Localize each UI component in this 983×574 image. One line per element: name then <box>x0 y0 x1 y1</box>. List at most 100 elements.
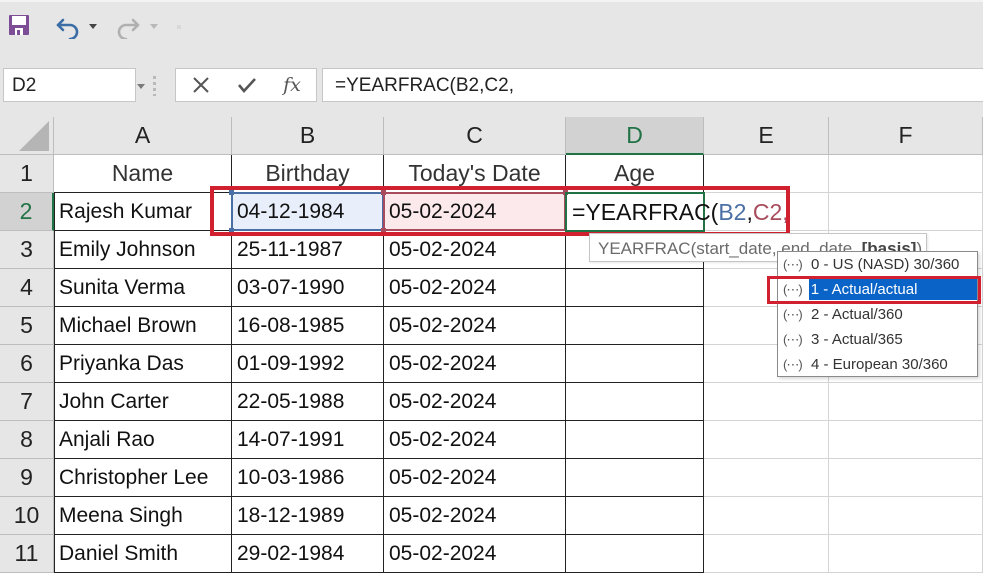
select-all-button[interactable] <box>0 117 54 155</box>
formula-part-sep2: , <box>782 199 789 225</box>
row-header-10[interactable]: 10 <box>0 497 54 535</box>
cell-d7[interactable] <box>566 383 704 421</box>
cell-e1[interactable] <box>704 155 829 193</box>
cell-c10[interactable]: 05-02-2024 <box>384 497 566 535</box>
row-header-1[interactable]: 1 <box>0 155 54 193</box>
name-box-dropdown-icon[interactable] <box>137 84 145 89</box>
cell-d8[interactable] <box>566 421 704 459</box>
row-header-9[interactable]: 9 <box>0 459 54 497</box>
reference-resize-handle[interactable] <box>381 228 386 233</box>
cell-e7[interactable] <box>704 383 829 421</box>
column-header-b[interactable]: B <box>232 117 384 155</box>
column-header-c[interactable]: C <box>384 117 566 155</box>
row-header-7[interactable]: 7 <box>0 383 54 421</box>
cell-d9[interactable] <box>566 459 704 497</box>
formula-input[interactable]: =YEARFRAC(B2,C2, <box>322 68 983 102</box>
undo-icon[interactable] <box>55 15 81 39</box>
row-header-11[interactable]: 11 <box>0 535 54 573</box>
cell-a2[interactable]: Rajesh Kumar <box>54 193 232 231</box>
column-header-e[interactable]: E <box>704 117 829 155</box>
basis-option-3[interactable]: (⋯) 3 - Actual/365 <box>778 327 977 352</box>
cell-d6[interactable] <box>566 345 704 383</box>
reference-resize-handle[interactable] <box>229 228 234 233</box>
cell-a9[interactable]: Christopher Lee <box>54 459 232 497</box>
cell-c6[interactable]: 05-02-2024 <box>384 345 566 383</box>
cell-b11[interactable]: 29-02-1984 <box>232 535 384 573</box>
cell-d4[interactable] <box>566 269 704 307</box>
cell-d10[interactable] <box>566 497 704 535</box>
redo-dropdown-icon[interactable] <box>150 24 158 29</box>
basis-option-0[interactable]: (⋯) 0 - US (NASD) 30/360 <box>778 252 977 277</box>
cancel-button[interactable] <box>186 71 216 99</box>
cell-c8[interactable]: 05-02-2024 <box>384 421 566 459</box>
cell-c11[interactable]: 05-02-2024 <box>384 535 566 573</box>
cell-c7[interactable]: 05-02-2024 <box>384 383 566 421</box>
cell-c2[interactable]: 05-02-2024 <box>384 193 566 231</box>
cell-c4[interactable]: 05-02-2024 <box>384 269 566 307</box>
cell-b9[interactable]: 10-03-1986 <box>232 459 384 497</box>
save-icon[interactable] <box>9 15 29 35</box>
cell-c1[interactable]: Today's Date <box>384 155 566 193</box>
cell-b3[interactable]: 25-11-1987 <box>232 231 384 269</box>
row-header-3[interactable]: 3 <box>0 231 54 269</box>
cell-e9[interactable] <box>704 459 829 497</box>
cell-b8[interactable]: 14-07-1991 <box>232 421 384 459</box>
cell-d1[interactable]: Age <box>566 155 704 193</box>
cell-d5[interactable] <box>566 307 704 345</box>
cell-b7[interactable]: 22-05-1988 <box>232 383 384 421</box>
cell-a1[interactable]: Name <box>54 155 232 193</box>
name-box[interactable]: D2 <box>3 68 136 102</box>
cell-a11[interactable]: Daniel Smith <box>54 535 232 573</box>
column-header-a[interactable]: A <box>54 117 232 155</box>
cell-a8[interactable]: Anjali Rao <box>54 421 232 459</box>
column-header-d[interactable]: D <box>566 117 704 155</box>
cell-e10[interactable] <box>704 497 829 535</box>
cell-c9[interactable]: 05-02-2024 <box>384 459 566 497</box>
reference-resize-handle[interactable] <box>563 190 568 195</box>
reference-resize-handle[interactable] <box>229 190 234 195</box>
cell-a7[interactable]: John Carter <box>54 383 232 421</box>
cell-a6[interactable]: Priyanka Das <box>54 345 232 383</box>
row-header-6[interactable]: 6 <box>0 345 54 383</box>
basis-option-label: 0 - US (NASD) 30/360 <box>811 256 960 273</box>
cell-f2[interactable] <box>829 193 983 231</box>
cell-b10[interactable]: 18-12-1989 <box>232 497 384 535</box>
row-header-8[interactable]: 8 <box>0 421 54 459</box>
undo-dropdown-icon[interactable] <box>89 24 97 29</box>
cell-a3[interactable]: Emily Johnson <box>54 231 232 269</box>
customize-toolbar-icon[interactable] <box>177 25 181 29</box>
cell-f7[interactable] <box>829 383 983 421</box>
enum-value-icon: (⋯) <box>783 256 803 272</box>
cell-c3[interactable]: 05-02-2024 <box>384 231 566 269</box>
cell-a10[interactable]: Meena Singh <box>54 497 232 535</box>
row-header-4[interactable]: 4 <box>0 269 54 307</box>
basis-option-4[interactable]: (⋯) 4 - European 30/360 <box>778 352 977 377</box>
reference-resize-handle[interactable] <box>381 190 386 195</box>
cell-f10[interactable] <box>829 497 983 535</box>
basis-option-2[interactable]: (⋯) 2 - Actual/360 <box>778 302 977 327</box>
cell-f1[interactable] <box>829 155 983 193</box>
cell-b5[interactable]: 16-08-1985 <box>232 307 384 345</box>
redo-icon[interactable] <box>115 15 141 39</box>
row-header-2[interactable]: 2 <box>0 193 54 231</box>
cell-e8[interactable] <box>704 421 829 459</box>
cell-f8[interactable] <box>829 421 983 459</box>
cell-d11[interactable] <box>566 535 704 573</box>
cell-b1[interactable]: Birthday <box>232 155 384 193</box>
column-header-f[interactable]: F <box>829 117 983 155</box>
formula-bar-grip[interactable] <box>153 76 156 96</box>
insert-function-button[interactable]: fx <box>277 71 307 99</box>
cell-f9[interactable] <box>829 459 983 497</box>
cell-a5[interactable]: Michael Brown <box>54 307 232 345</box>
cell-f11[interactable] <box>829 535 983 573</box>
enter-button[interactable] <box>232 71 262 99</box>
cell-a4[interactable]: Sunita Verma <box>54 269 232 307</box>
in-cell-formula-editor[interactable]: =YEARFRAC(B2,C2, <box>572 199 789 226</box>
cell-e11[interactable] <box>704 535 829 573</box>
basis-option-1[interactable]: (⋯) 1 - Actual/actual <box>778 277 977 302</box>
cell-c5[interactable]: 05-02-2024 <box>384 307 566 345</box>
cell-b4[interactable]: 03-07-1990 <box>232 269 384 307</box>
cell-b2[interactable]: 04-12-1984 <box>232 193 384 231</box>
cell-b6[interactable]: 01-09-1992 <box>232 345 384 383</box>
row-header-5[interactable]: 5 <box>0 307 54 345</box>
